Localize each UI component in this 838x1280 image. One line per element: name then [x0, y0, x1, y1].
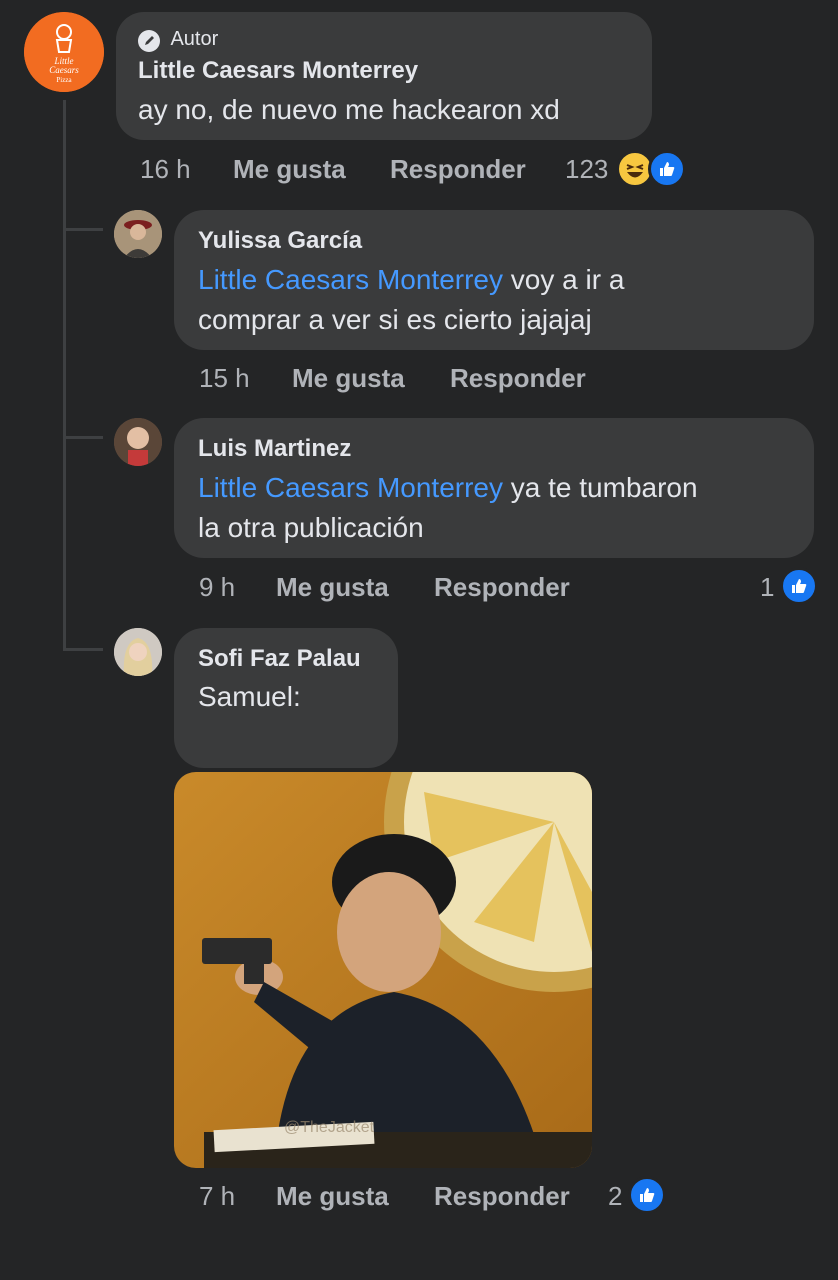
comment-author-4[interactable]: Sofi Faz Palau	[198, 645, 361, 673]
svg-text:Caesars: Caesars	[49, 65, 79, 75]
mention-link[interactable]: Little Caesars Monterrey	[198, 472, 503, 503]
reply-button-4[interactable]: Responder	[434, 1181, 570, 1212]
author-badge: Autor	[138, 28, 218, 54]
comment-text-3: Little Caesars Monterrey ya te tumbaron l…	[198, 472, 698, 543]
reaction-count-4[interactable]: 2	[608, 1181, 622, 1212]
thread-branch-3	[63, 648, 103, 651]
comment-author-2[interactable]: Yulissa García	[198, 227, 362, 255]
avatar-luis[interactable]	[114, 418, 162, 466]
svg-text:Pizza: Pizza	[56, 76, 72, 84]
comment-author-3[interactable]: Luis Martinez	[198, 435, 351, 463]
like-button-1[interactable]: Me gusta	[233, 154, 346, 185]
like-icon[interactable]	[780, 567, 818, 605]
like-button-2[interactable]: Me gusta	[292, 363, 405, 394]
reply-button-1[interactable]: Responder	[390, 154, 526, 185]
reaction-count-3[interactable]: 1	[760, 572, 774, 603]
thread-branch-2	[63, 436, 103, 439]
pencil-icon	[138, 29, 160, 52]
comment-time-2[interactable]: 15 h	[199, 363, 250, 394]
reply-button-3[interactable]: Responder	[434, 572, 570, 603]
comment-photo[interactable]: @TheJacket	[174, 772, 592, 1168]
mention-link[interactable]: Little Caesars Monterrey	[198, 264, 503, 295]
comment-time-1[interactable]: 16 h	[140, 154, 191, 185]
comment-author-1[interactable]: Little Caesars Monterrey	[138, 57, 418, 85]
comment-time-4[interactable]: 7 h	[199, 1181, 235, 1212]
little-caesars-logo: Little Caesars Pizza	[24, 12, 104, 92]
comment-time-3[interactable]: 9 h	[199, 572, 235, 603]
reply-button-2[interactable]: Responder	[450, 363, 586, 394]
comment-text-1: ay no, de nuevo me hackearon xd	[138, 94, 560, 125]
photo-image: @TheJacket	[174, 772, 592, 1168]
like-icon[interactable]	[648, 150, 686, 188]
comment-text-2: Little Caesars Monterrey voy a ir a compr…	[198, 264, 625, 335]
like-button-4[interactable]: Me gusta	[276, 1181, 389, 1212]
thread-line-main	[63, 100, 66, 650]
comment-text-4: Samuel:	[198, 681, 301, 712]
avatar-yulissa[interactable]	[114, 210, 162, 258]
avatar-little-caesars[interactable]: Little Caesars Pizza	[24, 12, 104, 92]
thread-branch-1	[63, 228, 103, 231]
reaction-count-1[interactable]: 123	[565, 154, 608, 185]
avatar-sofi[interactable]	[114, 628, 162, 676]
like-button-3[interactable]: Me gusta	[276, 572, 389, 603]
like-icon[interactable]	[628, 1176, 666, 1214]
photo-watermark: @TheJacket	[284, 1119, 375, 1136]
